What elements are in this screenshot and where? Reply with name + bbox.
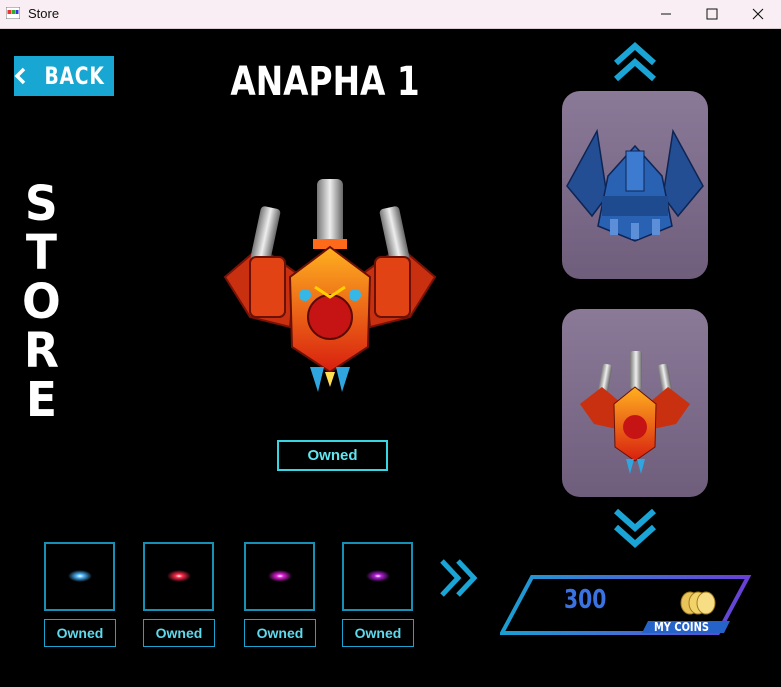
- store-letter: T: [25, 225, 57, 281]
- double-chevron-right-icon[interactable]: [438, 557, 482, 599]
- store-screen: BACK ANAPHA 1 S T O R E Owned Owned Owne…: [0, 29, 781, 687]
- minimize-button[interactable]: [643, 0, 689, 28]
- store-letter: R: [23, 323, 59, 379]
- bullet-status[interactable]: Owned: [342, 619, 414, 647]
- back-button[interactable]: BACK: [14, 56, 114, 96]
- window-titlebar: Store: [0, 0, 781, 29]
- ship-name: ANAPHA 1: [230, 59, 420, 105]
- purple-bullet-icon: [366, 570, 390, 582]
- chevron-up-icon[interactable]: [612, 41, 658, 83]
- red-bullet-icon: [167, 570, 191, 582]
- maximize-button[interactable]: [689, 0, 735, 28]
- red-ship-image: [580, 351, 690, 474]
- magenta-bullet-icon: [268, 570, 292, 582]
- window-title: Store: [28, 6, 60, 21]
- bullet-option[interactable]: [143, 542, 214, 611]
- bullet-status[interactable]: Owned: [143, 619, 215, 647]
- selected-ship-status[interactable]: Owned: [277, 440, 388, 471]
- ship-option-next[interactable]: [562, 309, 708, 497]
- coins-label: MY COINS: [654, 620, 709, 634]
- bullet-option[interactable]: [44, 542, 115, 611]
- coins-icon: [680, 591, 716, 615]
- store-side-title: S T O R E: [14, 180, 68, 425]
- chevron-down-icon[interactable]: [612, 507, 658, 549]
- bullet-option[interactable]: [342, 542, 413, 611]
- bullet-option[interactable]: [244, 542, 315, 611]
- bullet-status[interactable]: Owned: [244, 619, 316, 647]
- maximize-icon: [706, 8, 718, 20]
- minimize-icon: [661, 13, 671, 15]
- ship-option-previous[interactable]: [562, 91, 708, 279]
- back-chevron-icon: [14, 67, 26, 85]
- back-button-label: BACK: [44, 62, 106, 90]
- store-letter: E: [25, 372, 57, 428]
- coins-value: 300: [564, 585, 607, 615]
- blue-bullet-icon: [68, 570, 92, 582]
- store-letter: O: [21, 274, 61, 330]
- app-icon: [6, 7, 20, 19]
- close-button[interactable]: [735, 0, 781, 28]
- bullet-status[interactable]: Owned: [44, 619, 116, 647]
- blue-ship-image: [566, 128, 704, 242]
- close-icon: [752, 8, 764, 20]
- selected-ship-image: [223, 179, 437, 392]
- store-letter: S: [24, 176, 58, 232]
